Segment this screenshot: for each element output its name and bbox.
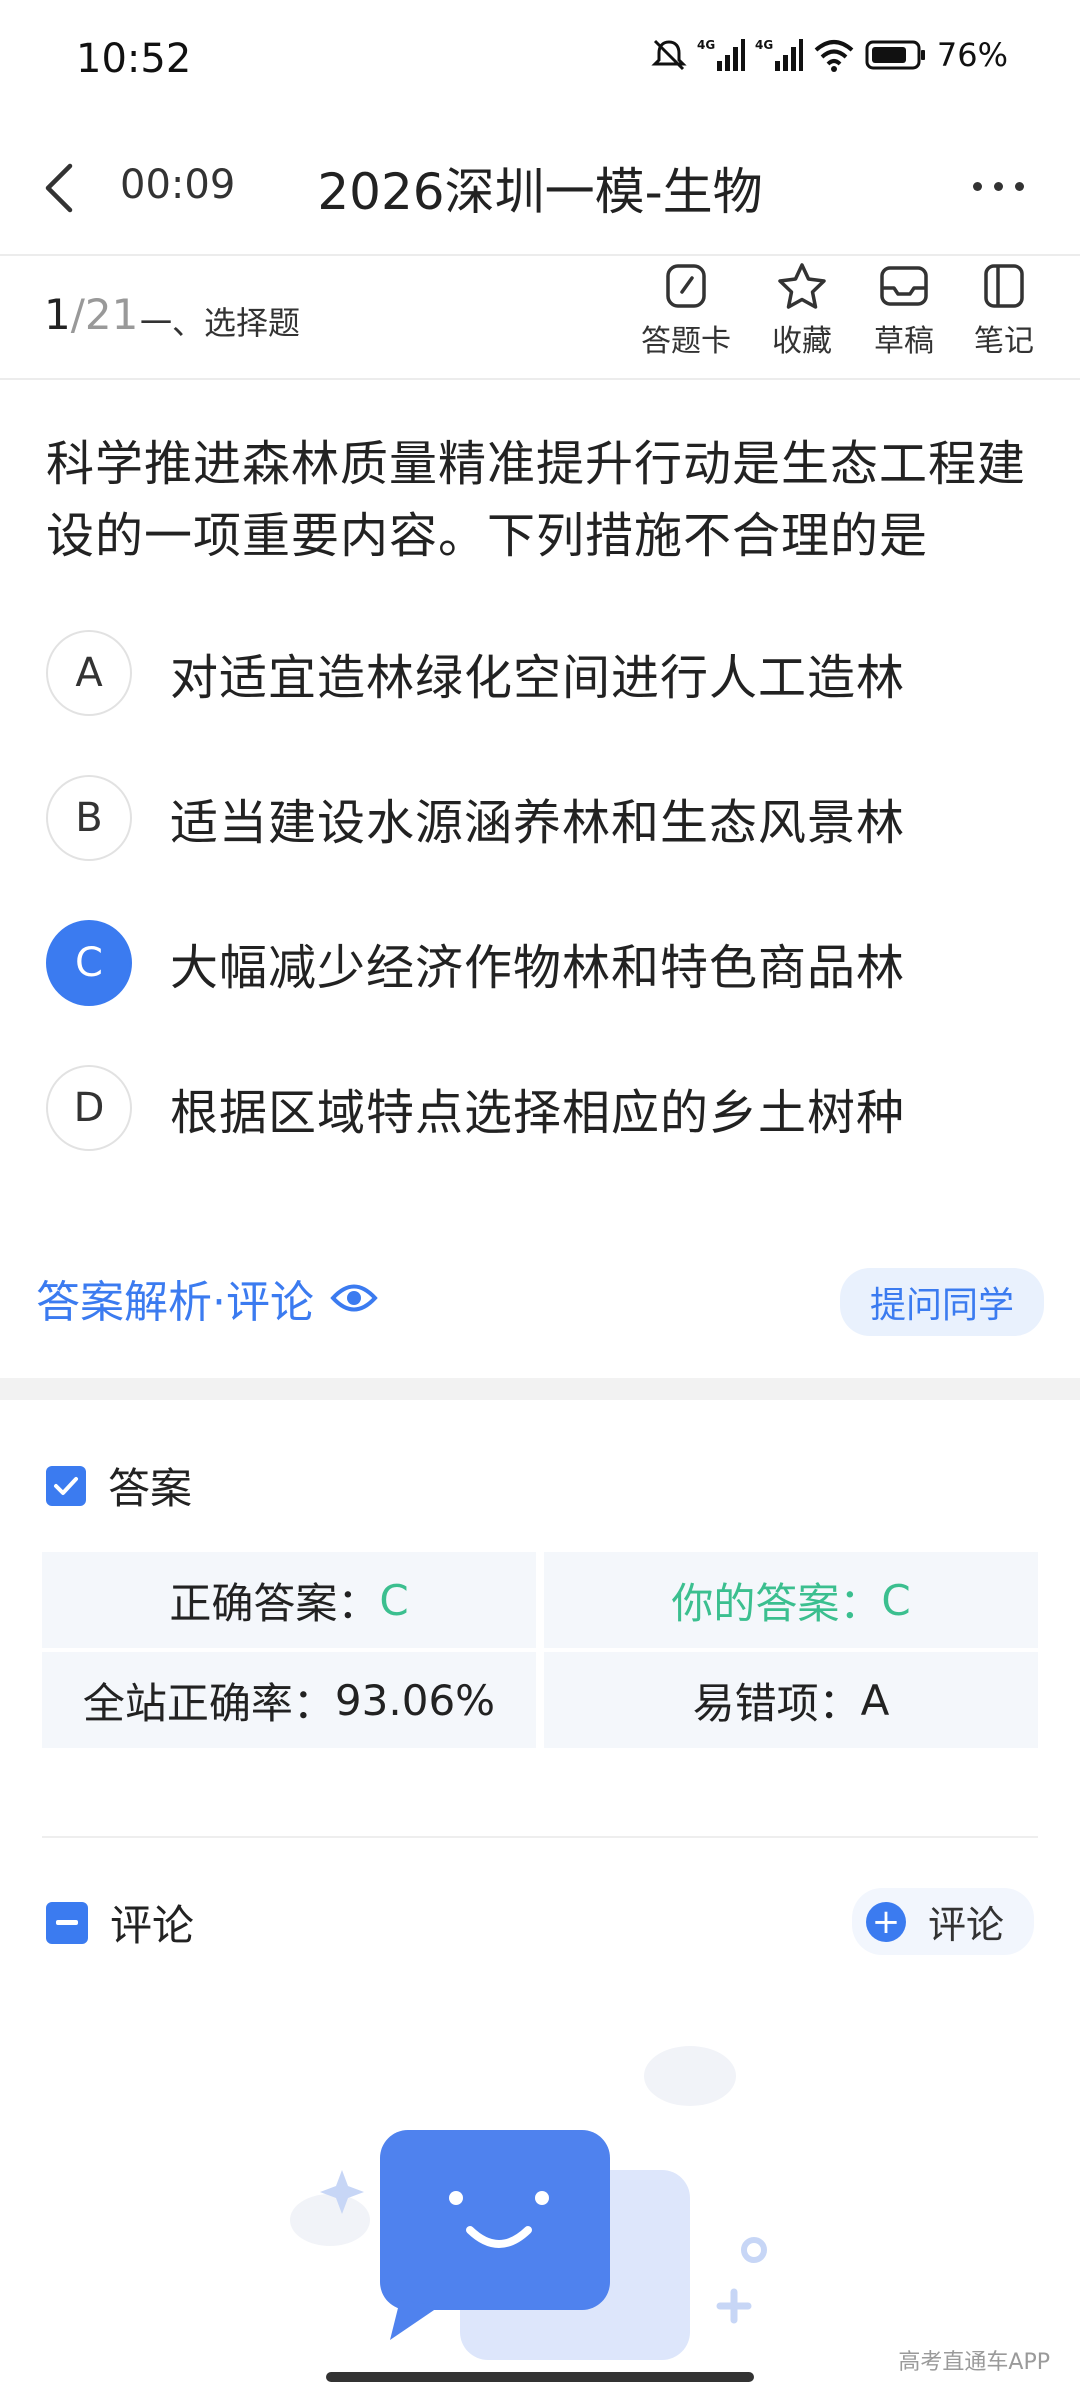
mute-icon: [651, 39, 687, 71]
option-text: 大幅减少经济作物林和特色商品林: [170, 940, 906, 996]
accuracy-rate-label: 全站正确率：: [82, 1678, 335, 1728]
divider: [0, 378, 1080, 380]
notebook-icon: [984, 264, 1024, 308]
option-text: 对适宜造林绿化空间进行人工造林: [170, 650, 906, 706]
answer-table: 正确答案： C 你的答案： C 全站正确率： 93.06% 易错项： A: [42, 1552, 1038, 1748]
draft-icon: [880, 266, 928, 306]
svg-text:4G: 4G: [697, 38, 715, 52]
battery-icon: [865, 40, 925, 70]
answer-heading: 答案: [108, 1464, 193, 1513]
draft-button[interactable]: 草稿: [854, 262, 954, 360]
your-answer-cell: 你的答案： C: [544, 1552, 1038, 1648]
option-c[interactable]: C 大幅减少经济作物林和特色商品林: [46, 918, 1046, 1008]
option-b[interactable]: B 适当建设水源涵养林和生态风景林: [46, 773, 1046, 863]
section-gap: [0, 1378, 1080, 1400]
common-error-label: 易错项：: [692, 1678, 861, 1728]
analysis-comments-toggle[interactable]: 答案解析·评论: [36, 1266, 378, 1330]
divider: [0, 254, 1080, 256]
answer-section-header: 答案: [46, 1455, 192, 1516]
answer-card-button[interactable]: 答题卡: [636, 262, 736, 360]
signal-4g-icon: 4G: [697, 38, 745, 71]
plus-icon: +: [865, 1901, 906, 1942]
your-answer-label: 你的答案：: [671, 1578, 882, 1628]
status-time: 10:52: [76, 36, 192, 82]
option-a[interactable]: A 对适宜造林绿化空间进行人工造林: [46, 628, 1046, 718]
star-icon: [778, 263, 826, 309]
tool-label-draft: 草稿: [874, 324, 934, 359]
option-text: 适当建设水源涵养林和生态风景林: [170, 795, 906, 851]
your-answer-value: C: [881, 1575, 911, 1625]
section-title: 一、选择题: [140, 304, 301, 342]
total-questions: /21: [70, 290, 139, 339]
page-title: 2026深圳一模-生物: [317, 163, 763, 221]
correct-answer-cell: 正确答案： C: [42, 1552, 536, 1648]
question-text: 科学推进森林质量精准提升行动是生态工程建设的一项重要内容。下列措施不合理的是: [46, 436, 1027, 564]
comments-section-header[interactable]: 评论: [46, 1892, 194, 1953]
checkbox-checked-icon: [46, 1465, 86, 1506]
common-error-cell: 易错项： A: [544, 1652, 1038, 1748]
app-watermark: 高考直通车APP: [898, 2350, 1050, 2375]
option-letter: D: [46, 1065, 132, 1151]
option-letter: B: [46, 775, 132, 861]
correct-answer-value: C: [379, 1575, 409, 1625]
wifi-icon: [814, 40, 854, 72]
signal-4g-icon-2: 4G: [755, 38, 803, 71]
analysis-label: 答案解析·评论: [36, 1277, 314, 1328]
accuracy-rate-cell: 全站正确率： 93.06%: [42, 1652, 536, 1748]
add-comment-button[interactable]: + 评论: [851, 1888, 1034, 1955]
collapse-icon: [46, 1901, 88, 1944]
option-d[interactable]: D 根据区域特点选择相应的乡土树种: [46, 1063, 1046, 1153]
status-icons: 4G 4G 76%: [651, 36, 1008, 74]
ask-classmate-button[interactable]: 提问同学: [839, 1268, 1044, 1336]
question-counter: 1/21: [44, 290, 138, 339]
correct-answer-label: 正确答案：: [169, 1578, 380, 1628]
current-question-number: 1: [44, 290, 71, 339]
tool-label-answer-card: 答题卡: [641, 324, 731, 359]
home-indicator[interactable]: [326, 2372, 754, 2382]
tool-label-notes: 笔记: [974, 324, 1034, 359]
option-letter: A: [46, 630, 132, 716]
add-comment-label: 评论: [927, 1903, 1004, 1947]
eye-icon: [330, 1284, 378, 1312]
option-letter-selected: C: [46, 920, 132, 1006]
accuracy-rate-value: 93.06%: [334, 1675, 496, 1725]
favorite-button[interactable]: 收藏: [752, 262, 852, 360]
empty-comments-illustration: [290, 2046, 767, 2360]
answer-card-icon: [666, 264, 706, 308]
option-text: 根据区域特点选择相应的乡土树种: [170, 1085, 906, 1141]
common-error-value: A: [860, 1675, 890, 1725]
battery-percent: 76%: [936, 36, 1008, 74]
comments-heading: 评论: [110, 1901, 195, 1950]
tool-label-favorite: 收藏: [772, 324, 832, 359]
divider: [42, 1836, 1038, 1838]
notes-button[interactable]: 笔记: [954, 262, 1054, 360]
more-options-icon[interactable]: [973, 182, 1024, 191]
svg-text:4G: 4G: [755, 38, 773, 52]
